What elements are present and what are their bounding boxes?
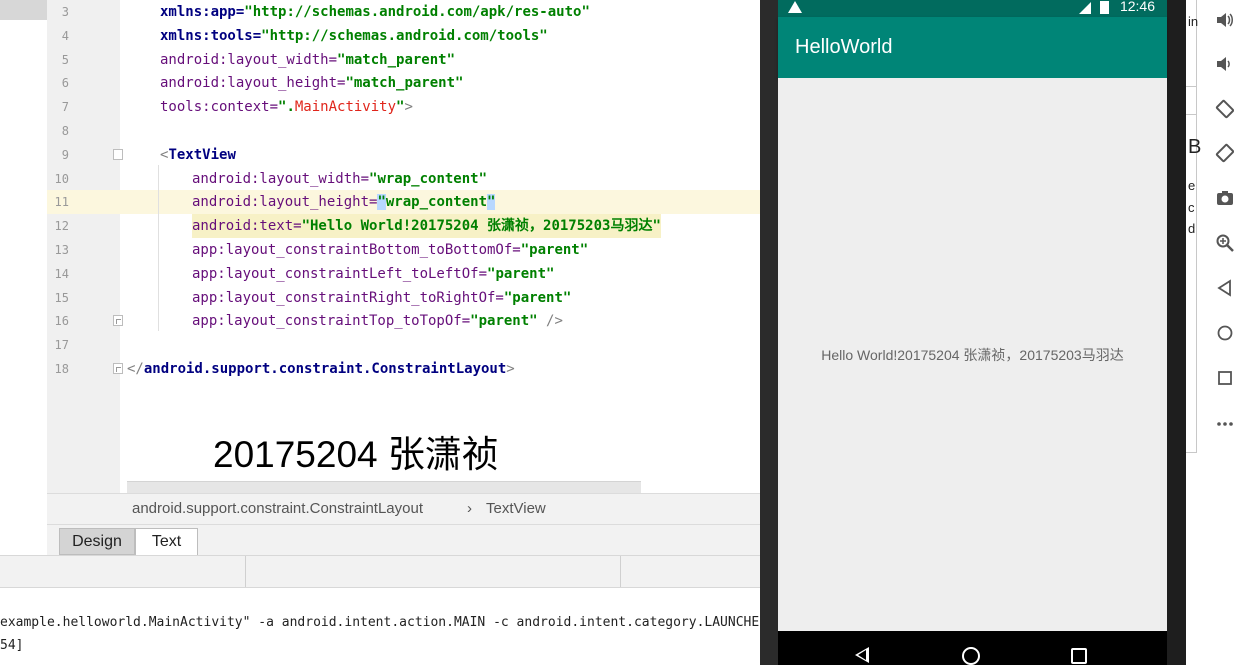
- code-line[interactable]: 15 app:layout_constraintRight_toRightOf="…: [47, 286, 760, 310]
- line-number: 10: [54, 171, 69, 186]
- line-number: 4: [61, 28, 69, 43]
- camera-icon[interactable]: [1215, 188, 1234, 208]
- code-editor[interactable]: 3 xmlns:app="http://schemas.android.com/a…: [47, 0, 760, 493]
- zoom-icon[interactable]: [1215, 233, 1234, 253]
- code-text: tools:context=".MainActivity">: [160, 99, 413, 116]
- code-text: <TextView: [160, 146, 236, 163]
- more-icon[interactable]: [1215, 413, 1234, 433]
- line-number: 15: [54, 290, 69, 305]
- indent-guide: [158, 165, 159, 331]
- app-content: Hello World!20175204 张潇祯，20175203马羽达: [778, 78, 1167, 631]
- breadcrumb-item-constraintlayout[interactable]: android.support.constraint.ConstraintLay…: [132, 500, 423, 517]
- nav-home-button[interactable]: [962, 647, 980, 665]
- editor-mode-tabs: Design Text: [47, 525, 760, 555]
- code-line[interactable]: 3 xmlns:app="http://schemas.android.com/a…: [47, 0, 760, 24]
- line-number: 9: [61, 147, 69, 162]
- background-text-fragment: c: [1188, 200, 1195, 215]
- background-text-fragment: B: [1188, 136, 1202, 158]
- line-number: 13: [54, 243, 69, 257]
- fold-toggle-icon[interactable]: [113, 148, 123, 160]
- nav-back-button[interactable]: [855, 647, 869, 663]
- code-line[interactable]: 4 xmlns:tools="http://schemas.android.com…: [47, 24, 760, 48]
- app-toolbar: HelloWorld: [778, 17, 1167, 78]
- android-status-bar: 12:46: [778, 0, 1167, 17]
- app-title: HelloWorld: [795, 36, 893, 58]
- line-number: 3: [61, 5, 69, 19]
- code-line[interactable]: 13 app:layout_constraintBottom_toBottomOf…: [47, 238, 760, 262]
- code-text: app:layout_constraintTop_toTopOf="parent…: [192, 313, 563, 330]
- tab-design[interactable]: Design: [59, 528, 135, 555]
- breadcrumb: android.support.constraint.ConstraintLay…: [47, 493, 760, 525]
- warning-icon: [788, 1, 802, 13]
- background-text-fragment: in: [1188, 14, 1199, 29]
- background-text-fragment: e: [1188, 178, 1196, 193]
- fold-toggle-icon[interactable]: [113, 315, 123, 327]
- android-nav-bar: [778, 631, 1167, 665]
- code-line[interactable]: 6 android:layout_height="match_parent": [47, 71, 760, 95]
- code-line[interactable]: 10 android:layout_width="wrap_content": [47, 167, 760, 191]
- code-line[interactable]: 9 <TextView: [47, 143, 760, 167]
- background-text-fragment: d: [1188, 221, 1196, 236]
- line-number: 16: [54, 314, 69, 329]
- breadcrumb-item-textview[interactable]: TextView: [486, 500, 546, 517]
- hello-textview: Hello World!20175204 张潇祯，20175203马羽达: [821, 347, 1124, 363]
- volume-up-icon[interactable]: [1215, 10, 1234, 30]
- home-icon[interactable]: [1215, 323, 1234, 343]
- tab-text[interactable]: Text: [135, 528, 198, 555]
- line-number: 7: [61, 100, 69, 115]
- code-line[interactable]: 16 app:layout_constraintTop_toTopOf="pare…: [47, 309, 760, 333]
- rotate-left-icon[interactable]: [1215, 99, 1234, 119]
- line-number: 18: [54, 362, 69, 376]
- code-text: </android.support.constraint.ConstraintL…: [127, 361, 515, 377]
- code-line[interactable]: 17: [47, 333, 760, 357]
- signal-icon: [1079, 2, 1091, 14]
- code-line[interactable]: 18 </android.support.constraint.Constrain…: [47, 357, 760, 381]
- run-console: example.helloworld.MainActivity" -a andr…: [0, 588, 760, 665]
- code-text: app:layout_constraintBottom_toBottomOf="…: [192, 242, 589, 258]
- fold-toggle-icon[interactable]: [113, 363, 123, 374]
- back-icon[interactable]: [1215, 278, 1234, 298]
- code-text: android:layout_width="match_parent": [160, 51, 456, 68]
- code-line[interactable]: 14 app:layout_constraintLeft_toLeftOf="pa…: [47, 262, 760, 286]
- code-line[interactable]: 5 android:layout_width="match_parent": [47, 48, 760, 72]
- code-text: android:layout_width="wrap_content": [192, 170, 488, 187]
- breadcrumb-separator: ›: [467, 500, 472, 517]
- layout-preview-text: 20175204 张潇祯: [213, 434, 499, 475]
- code-line[interactable]: 8: [47, 119, 760, 143]
- line-number: 12: [54, 219, 69, 234]
- console-line: example.helloworld.MainActivity" -a andr…: [0, 615, 760, 630]
- line-number: 14: [54, 266, 69, 281]
- code-line[interactable]: 7 tools:context=".MainActivity">: [47, 95, 760, 119]
- line-number: 11: [54, 195, 69, 210]
- ide-editor-pane: 3 xmlns:app="http://schemas.android.com/a…: [0, 0, 760, 665]
- battery-icon: [1100, 1, 1109, 14]
- line-number: 17: [54, 338, 69, 353]
- tool-window-strip: [0, 0, 48, 555]
- code-text: android:text="Hello World!20175204 张潇祯，2…: [192, 214, 661, 239]
- console-line: 54]: [0, 638, 24, 653]
- code-text: android:layout_height="match_parent": [160, 75, 464, 92]
- code-text: app:layout_constraintRight_toRightOf="pa…: [192, 289, 572, 306]
- code-line[interactable]: 11 android:layout_height="wrap_content": [47, 190, 760, 215]
- line-number: 6: [61, 76, 69, 91]
- code-text: app:layout_constraintLeft_toLeftOf="pare…: [192, 265, 555, 282]
- line-number: 5: [61, 52, 69, 67]
- overview-icon[interactable]: [1215, 368, 1234, 388]
- code-text: xmlns:app="http://schemas.android.com/ap…: [160, 4, 590, 20]
- volume-down-icon[interactable]: [1215, 54, 1234, 74]
- line-number: 8: [61, 124, 69, 138]
- nav-recents-button[interactable]: [1071, 648, 1087, 664]
- code-text: android:layout_height="wrap_content": [192, 194, 496, 211]
- code-text: xmlns:tools="http://schemas.android.com/…: [160, 27, 548, 44]
- tool-window-header: [0, 555, 760, 588]
- rotate-right-icon[interactable]: [1215, 143, 1234, 163]
- status-time: 12:46: [1119, 0, 1155, 14]
- emulator-frame-edge: [1166, 0, 1186, 665]
- code-line[interactable]: 12 android:text="Hello World!20175204 张潇祯…: [47, 214, 760, 239]
